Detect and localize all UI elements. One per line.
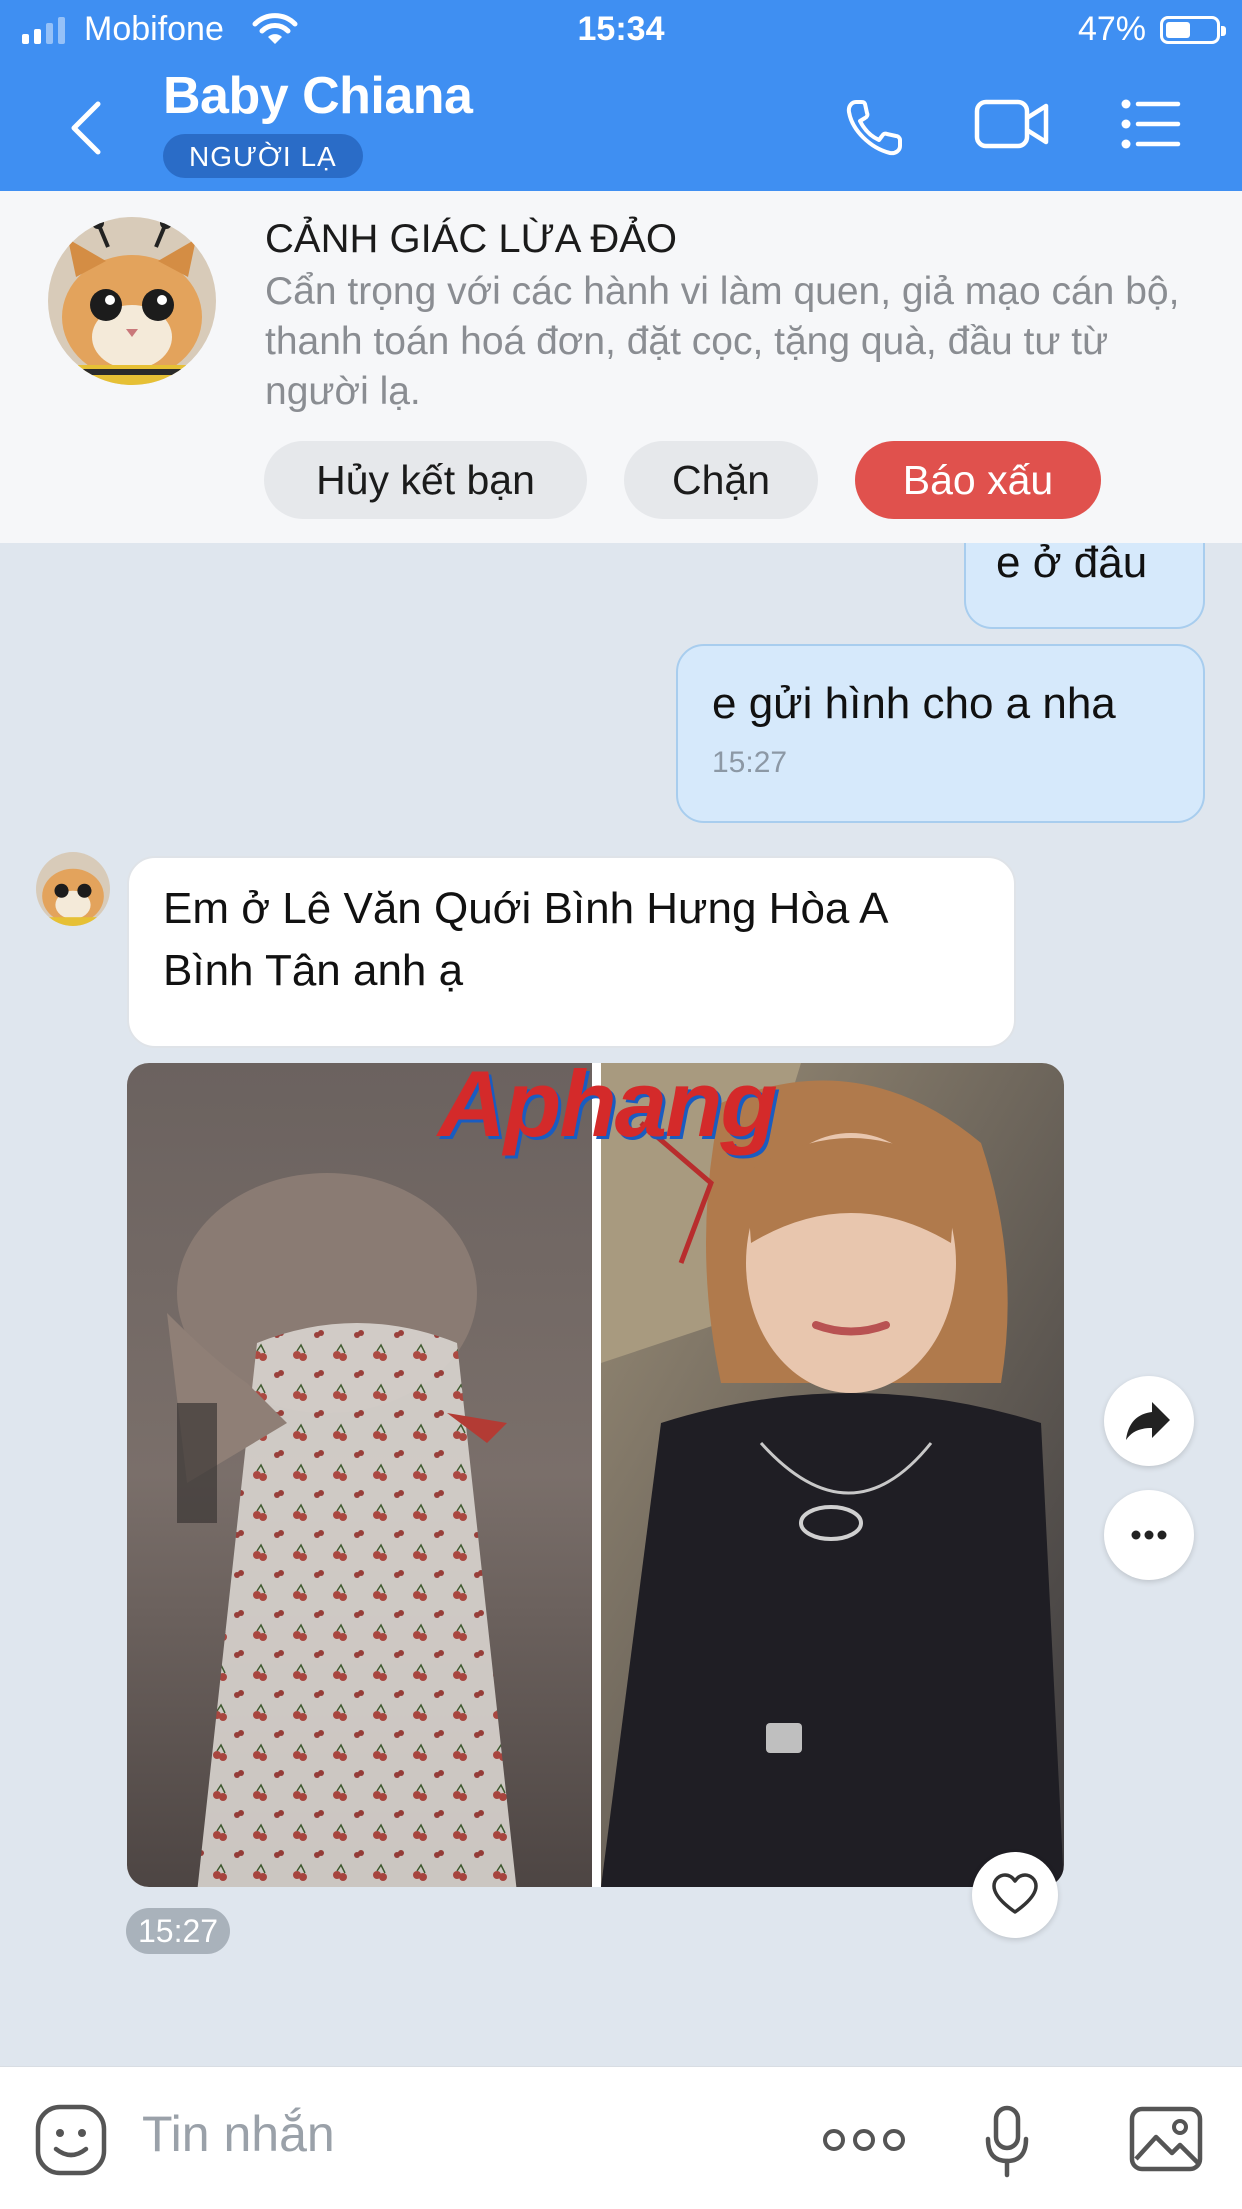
- contact-avatar[interactable]: [48, 217, 216, 385]
- more-options-icon[interactable]: [822, 2125, 906, 2155]
- message-time: 15:27: [712, 746, 788, 779]
- sticker-emoji-icon[interactable]: [34, 2103, 108, 2177]
- scam-warning-card: CẢNH GIÁC LỪA ĐẢO Cẩn trọng với các hành…: [0, 191, 1242, 543]
- message-in[interactable]: Em ở Lê Văn Quới Bình Hưng Hòa A Bình Tâ…: [127, 856, 1016, 1048]
- message-input[interactable]: Tin nhắn: [142, 2105, 335, 2163]
- photo-right[interactable]: [601, 1063, 1064, 1887]
- message-text: Em ở Lê Văn Quới Bình Hưng Hòa A Bình Tâ…: [163, 884, 887, 995]
- photo-time: 15:27: [126, 1908, 231, 1954]
- sender-avatar[interactable]: [36, 852, 110, 926]
- menu-list-icon[interactable]: [1120, 96, 1182, 152]
- report-button[interactable]: Báo xấu: [855, 441, 1101, 519]
- warning-body: Cẩn trọng với các hành vi làm quen, giả …: [265, 270, 1180, 413]
- warning-title: CẢNH GIÁC LỪA ĐẢO: [265, 217, 678, 261]
- message-text: e ở đâu: [996, 538, 1148, 587]
- photo-left[interactable]: [127, 1063, 592, 1887]
- phone-icon[interactable]: [842, 96, 906, 160]
- message-out[interactable]: e gửi hình cho a nha 15:27: [676, 644, 1205, 823]
- chat-header: Mobifone 15:34 47% Baby Chiana NGƯỜI LẠ: [0, 0, 1242, 191]
- back-chevron-icon[interactable]: [62, 96, 112, 160]
- more-options-button[interactable]: [1104, 1490, 1194, 1580]
- react-heart-button[interactable]: [972, 1852, 1058, 1938]
- share-arrow-icon: [1126, 1402, 1170, 1440]
- contact-name[interactable]: Baby Chiana: [163, 66, 473, 126]
- forward-button[interactable]: [1104, 1376, 1194, 1466]
- video-call-icon[interactable]: [974, 96, 1050, 152]
- message-text: e gửi hình cho a nha: [712, 679, 1116, 728]
- watermark-text: Aphang: [438, 1051, 778, 1156]
- clock: 15:34: [577, 10, 665, 48]
- heart-icon: [992, 1873, 1038, 1914]
- message-input-bar: Tin nhắn: [0, 2066, 1242, 2209]
- battery-percent: 47%: [1077, 10, 1146, 48]
- image-gallery-icon[interactable]: [1128, 2105, 1204, 2173]
- status-bar: Mobifone 15:34 47%: [0, 0, 1242, 62]
- block-button[interactable]: Chặn: [624, 441, 818, 519]
- more-dots-icon: [1131, 1530, 1167, 1540]
- unfriend-button[interactable]: Hủy kết bạn: [264, 441, 587, 519]
- battery-icon: [1160, 16, 1226, 44]
- photo-message[interactable]: [127, 1063, 1064, 1887]
- stranger-badge: NGƯỜI LẠ: [163, 134, 363, 178]
- microphone-icon[interactable]: [984, 2105, 1030, 2179]
- message-out[interactable]: e ở đâu: [964, 541, 1205, 629]
